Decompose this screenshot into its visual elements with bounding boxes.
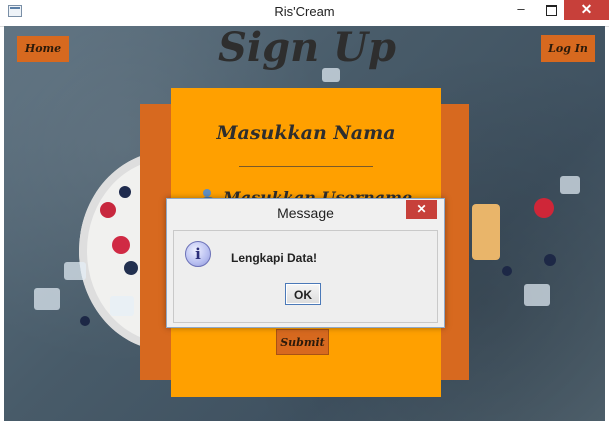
ok-button[interactable]: OK (285, 283, 321, 305)
ice-decor (560, 176, 580, 194)
berry-decor (119, 186, 131, 198)
page-title: Sign Up (218, 26, 396, 71)
info-icon: i (185, 241, 211, 267)
message-dialog: Message ✕ i Lengkapi Data! OK (166, 198, 445, 328)
name-input-underline[interactable] (239, 166, 373, 167)
maximize-icon (545, 5, 557, 16)
berry-decor (502, 266, 512, 276)
berry-decor (112, 236, 130, 254)
berry-decor (80, 316, 90, 326)
ice-decor (524, 284, 550, 306)
ice-decor (110, 296, 134, 316)
close-window-button[interactable]: ✕ (564, 0, 609, 20)
berry-decor (124, 261, 138, 275)
dialog-close-button[interactable]: ✕ (406, 200, 437, 219)
minimize-button[interactable]: – (508, 0, 534, 20)
dialog-message: Lengkapi Data! (231, 251, 318, 265)
name-field-label: Masukkan Nama (216, 122, 396, 144)
berry-decor (534, 198, 554, 218)
berry-decor (544, 254, 556, 266)
dialog-title: Message (277, 205, 334, 221)
dialog-body: i Lengkapi Data! OK (173, 230, 438, 323)
title-bar: Ris'Cream – ✕ (0, 0, 609, 27)
berry-decor (100, 202, 116, 218)
ice-decor (64, 262, 86, 280)
ice-decor (34, 288, 60, 310)
maximize-button[interactable] (538, 0, 564, 20)
home-button[interactable]: Home (17, 36, 69, 62)
login-button[interactable]: Log In (541, 35, 595, 62)
submit-button[interactable]: Submit (276, 329, 329, 355)
wafer-decor (472, 204, 500, 260)
